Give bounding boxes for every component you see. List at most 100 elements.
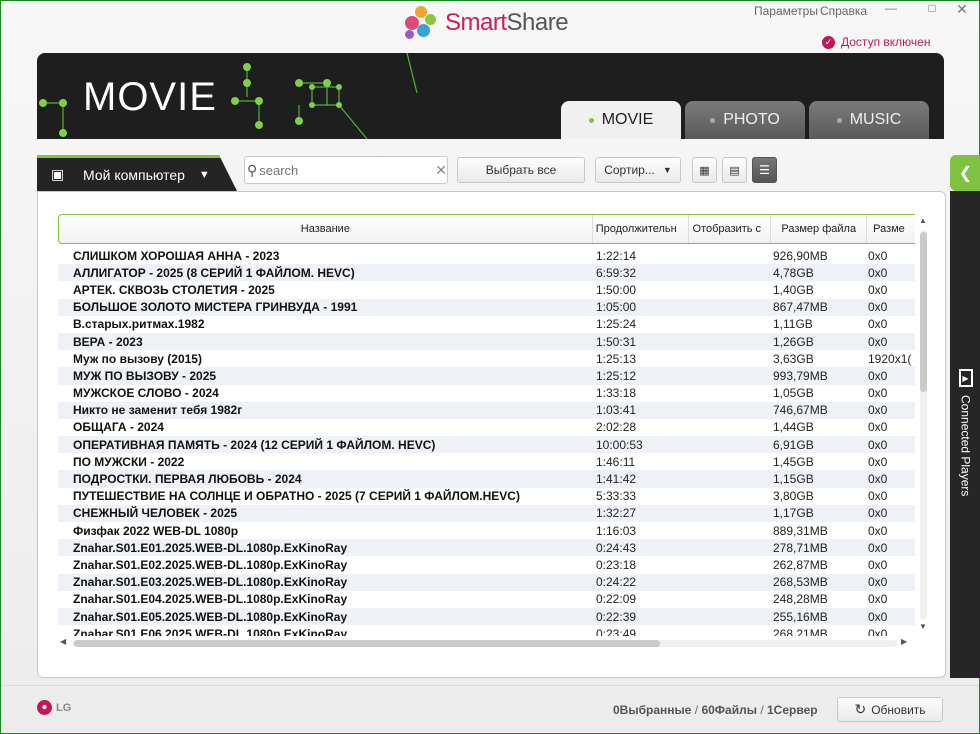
search-input[interactable] bbox=[259, 162, 436, 178]
source-label: Мой компьютер bbox=[83, 166, 185, 183]
horizontal-scrollbar[interactable]: ◀ ▶ bbox=[58, 637, 911, 650]
maximize-icon[interactable]: □ bbox=[922, 1, 942, 15]
col-filesize[interactable]: Размер файла bbox=[771, 215, 868, 243]
table-row[interactable]: АРТЕК. СКВОЗЬ СТОЛЕТИЯ - 2025 1:50:00 1,40… bbox=[58, 281, 915, 298]
cell-filesize: 1,44GB bbox=[773, 420, 814, 435]
cell-duration: 1:25:24 bbox=[596, 317, 637, 332]
table-row[interactable]: Znahar.S01.E04.2025.WEB-DL.1080p.ExKinoR… bbox=[58, 591, 915, 608]
table-row[interactable]: БОЛЬШОЕ ЗОЛОТО МИСТЕРА ГРИНВУДА - 1991 1:… bbox=[58, 298, 915, 316]
cell-duration: 0:23:18 bbox=[596, 557, 637, 572]
logo-share: Share bbox=[506, 9, 569, 36]
cell-filesize: 746,67MB bbox=[773, 403, 828, 418]
cell-resolution: 0x0 bbox=[868, 282, 888, 297]
check-icon: ✓ bbox=[822, 35, 835, 49]
col-name[interactable]: Название bbox=[59, 215, 593, 243]
clear-search-icon[interactable]: ✕ bbox=[435, 162, 447, 179]
tab-movie[interactable]: MOVIE bbox=[561, 101, 681, 139]
cell-filesize: 255,16MB bbox=[773, 609, 828, 624]
select-all-button[interactable]: Выбрать все bbox=[457, 157, 585, 183]
table-row[interactable]: Znahar.S01.E03.2025.WEB-DL.1080p.ExKinoR… bbox=[58, 573, 915, 591]
scroll-left-icon[interactable]: ◀ bbox=[60, 637, 66, 646]
access-status[interactable]: ✓ Доступ включен bbox=[822, 35, 930, 49]
menu-help[interactable]: Справка bbox=[819, 4, 868, 18]
source-selector[interactable]: ▣ Мой компьютер ▼ bbox=[37, 155, 237, 191]
scroll-up-icon[interactable]: ▲ bbox=[917, 216, 929, 225]
table-row[interactable]: Znahar.S01.E05.2025.WEB-DL.1080p.ExKinoR… bbox=[58, 607, 915, 626]
close-icon[interactable]: ✕ bbox=[952, 1, 972, 18]
table-row[interactable]: ПО МУЖСКИ - 2022 1:46:11 1,45GB 0x0 bbox=[58, 453, 915, 470]
tab-photo[interactable]: PHOTO bbox=[685, 101, 805, 139]
cell-name: ОПЕРАТИВНАЯ ПАМЯТЬ - 2024 (12 СЕРИЙ 1 ФА… bbox=[73, 437, 436, 452]
minimize-icon[interactable]: — bbox=[881, 1, 901, 15]
table-row[interactable]: Znahar.S01.E06.2025.WEB-DL.1080p.ExKinoR… bbox=[58, 625, 915, 636]
cell-name: Znahar.S01.E04.2025.WEB-DL.1080p.ExKinoR… bbox=[73, 592, 348, 607]
table-row[interactable]: Znahar.S01.E01.2025.WEB-DL.1080p.ExKinoR… bbox=[58, 539, 915, 557]
table-row[interactable]: ОПЕРАТИВНАЯ ПАМЯТЬ - 2024 (12 СЕРИЙ 1 ФА… bbox=[58, 436, 915, 454]
cell-resolution: 0x0 bbox=[868, 523, 888, 538]
vertical-scrollbar[interactable]: ▲ ▼ bbox=[917, 216, 929, 636]
cell-duration: 1:50:00 bbox=[596, 282, 637, 297]
selected-count: 0Выбранные bbox=[613, 703, 692, 717]
cell-name: Znahar.S01.E05.2025.WEB-DL.1080p.ExKinoR… bbox=[73, 609, 348, 624]
table-row[interactable]: Никто не заменит тебя 1982г 1:03:41 746,67… bbox=[58, 401, 915, 419]
tab-music[interactable]: MUSIC bbox=[809, 101, 929, 139]
cell-resolution: 0x0 bbox=[868, 317, 888, 332]
col-display[interactable]: Отобразить с bbox=[689, 215, 772, 243]
cell-filesize: 3,80GB bbox=[773, 489, 814, 504]
tab-photo-label: PHOTO bbox=[723, 111, 780, 128]
sort-dropdown[interactable]: Сортир... ▼ bbox=[595, 157, 681, 183]
table-row[interactable]: ПУТЕШЕСТВИЕ НА СОЛНЦЕ И ОБРАТНО - 2025 (… bbox=[58, 488, 915, 505]
table-row[interactable]: Муж по вызову (2015) 1:25:13 3,63GB 1920x1( bbox=[58, 350, 915, 367]
cell-name: МУЖ ПО ВЫЗОВУ - 2025 bbox=[73, 368, 217, 383]
cell-name: МУЖСКОЕ СЛОВО - 2024 bbox=[73, 386, 219, 401]
lg-logo-icon: ☻ bbox=[37, 700, 52, 715]
cell-duration: 1:50:31 bbox=[596, 334, 637, 349]
table-row[interactable]: МУЖСКОЕ СЛОВО - 2024 1:33:18 1,05GB 0x0 bbox=[58, 385, 915, 402]
table-row[interactable]: ОБЩАГА - 2024 2:02:28 1,44GB 0x0 bbox=[58, 419, 915, 436]
sort-label: Сортир... bbox=[604, 163, 655, 177]
vertical-scroll-thumb[interactable] bbox=[920, 232, 927, 392]
refresh-button[interactable]: ↻ Обновить bbox=[837, 697, 943, 722]
table-row[interactable]: ВЕРА - 2023 1:50:31 1,26GB 0x0 bbox=[58, 332, 915, 351]
cell-filesize: 1,40GB bbox=[773, 282, 814, 297]
scroll-down-icon[interactable]: ▼ bbox=[917, 622, 929, 631]
table-row[interactable]: СЛИШКОМ ХОРОШАЯ АННА - 2023 1:22:14 926,90… bbox=[58, 247, 915, 264]
cell-name: Znahar.S01.E06.2025.WEB-DL.1080p.ExKinoR… bbox=[73, 626, 348, 636]
status-summary: 0Выбранные / 60Файлы / 1Сервер bbox=[613, 703, 818, 717]
computer-icon: ▣ bbox=[51, 166, 65, 182]
file-list-panel: Название Продолжительн Отобразить с Разм… bbox=[37, 191, 946, 678]
connected-players-tab[interactable]: ▶ Connected Players bbox=[950, 369, 980, 509]
cell-resolution: 0x0 bbox=[868, 626, 888, 636]
col-resolution[interactable]: Разме bbox=[867, 215, 915, 243]
table-row[interactable]: ПОДРОСТКИ. ПЕРВАЯ ЛЮБОВЬ - 2024 1:41:42 1,… bbox=[58, 470, 915, 488]
table-row[interactable]: Физфак 2022 WEB-DL 1080p 1:16:03 889,31MB 0… bbox=[58, 522, 915, 539]
search-icon: ⚲ bbox=[247, 161, 258, 178]
refresh-icon: ↻ bbox=[854, 701, 867, 717]
tab-dot-icon bbox=[588, 117, 594, 123]
banner-title: MOVIE bbox=[83, 75, 217, 119]
cell-name: Муж по вызову (2015) bbox=[73, 351, 202, 366]
cell-filesize: 993,79MB bbox=[773, 368, 828, 383]
col-duration[interactable]: Продолжительн bbox=[593, 215, 689, 243]
table-row[interactable]: В.старых.ритмах.1982 1:25:24 1,11GB 0x0 bbox=[58, 316, 915, 333]
tab-dot-icon bbox=[710, 117, 716, 123]
cell-duration: 1:46:11 bbox=[596, 454, 636, 469]
cell-duration: 1:05:00 bbox=[596, 300, 637, 315]
cell-resolution: 0x0 bbox=[868, 248, 888, 263]
table-row[interactable]: Znahar.S01.E02.2025.WEB-DL.1080p.ExKinoR… bbox=[58, 556, 915, 573]
menu-params[interactable]: Параметры bbox=[753, 4, 819, 18]
grid-view-button[interactable]: ▦ bbox=[692, 157, 717, 183]
table-row[interactable]: СНЕЖНЫЙ ЧЕЛОВЕК - 2025 1:32:27 1,17GB 0x0 bbox=[58, 504, 915, 522]
cell-name: Физфак 2022 WEB-DL 1080p bbox=[73, 523, 239, 538]
table-row[interactable]: МУЖ ПО ВЫЗОВУ - 2025 1:25:12 993,79MB 0x0 bbox=[58, 367, 915, 385]
cell-duration: 1:32:27 bbox=[596, 506, 637, 521]
table-row[interactable]: АЛЛИГАТОР - 2025 (8 СЕРИЙ 1 ФАЙЛОМ. HEVC… bbox=[58, 264, 915, 282]
list-view-button[interactable]: ☰ bbox=[752, 157, 777, 183]
horizontal-scroll-thumb[interactable] bbox=[74, 640, 660, 647]
scroll-right-icon[interactable]: ▶ bbox=[901, 637, 907, 646]
side-panel-toggle[interactable]: ❮ bbox=[950, 155, 980, 191]
player-icon: ▶ bbox=[958, 369, 973, 387]
detail-view-button[interactable]: ▤ bbox=[722, 157, 747, 183]
chevron-down-icon: ▼ bbox=[198, 168, 210, 181]
cell-duration: 0:23:49 bbox=[596, 626, 637, 636]
